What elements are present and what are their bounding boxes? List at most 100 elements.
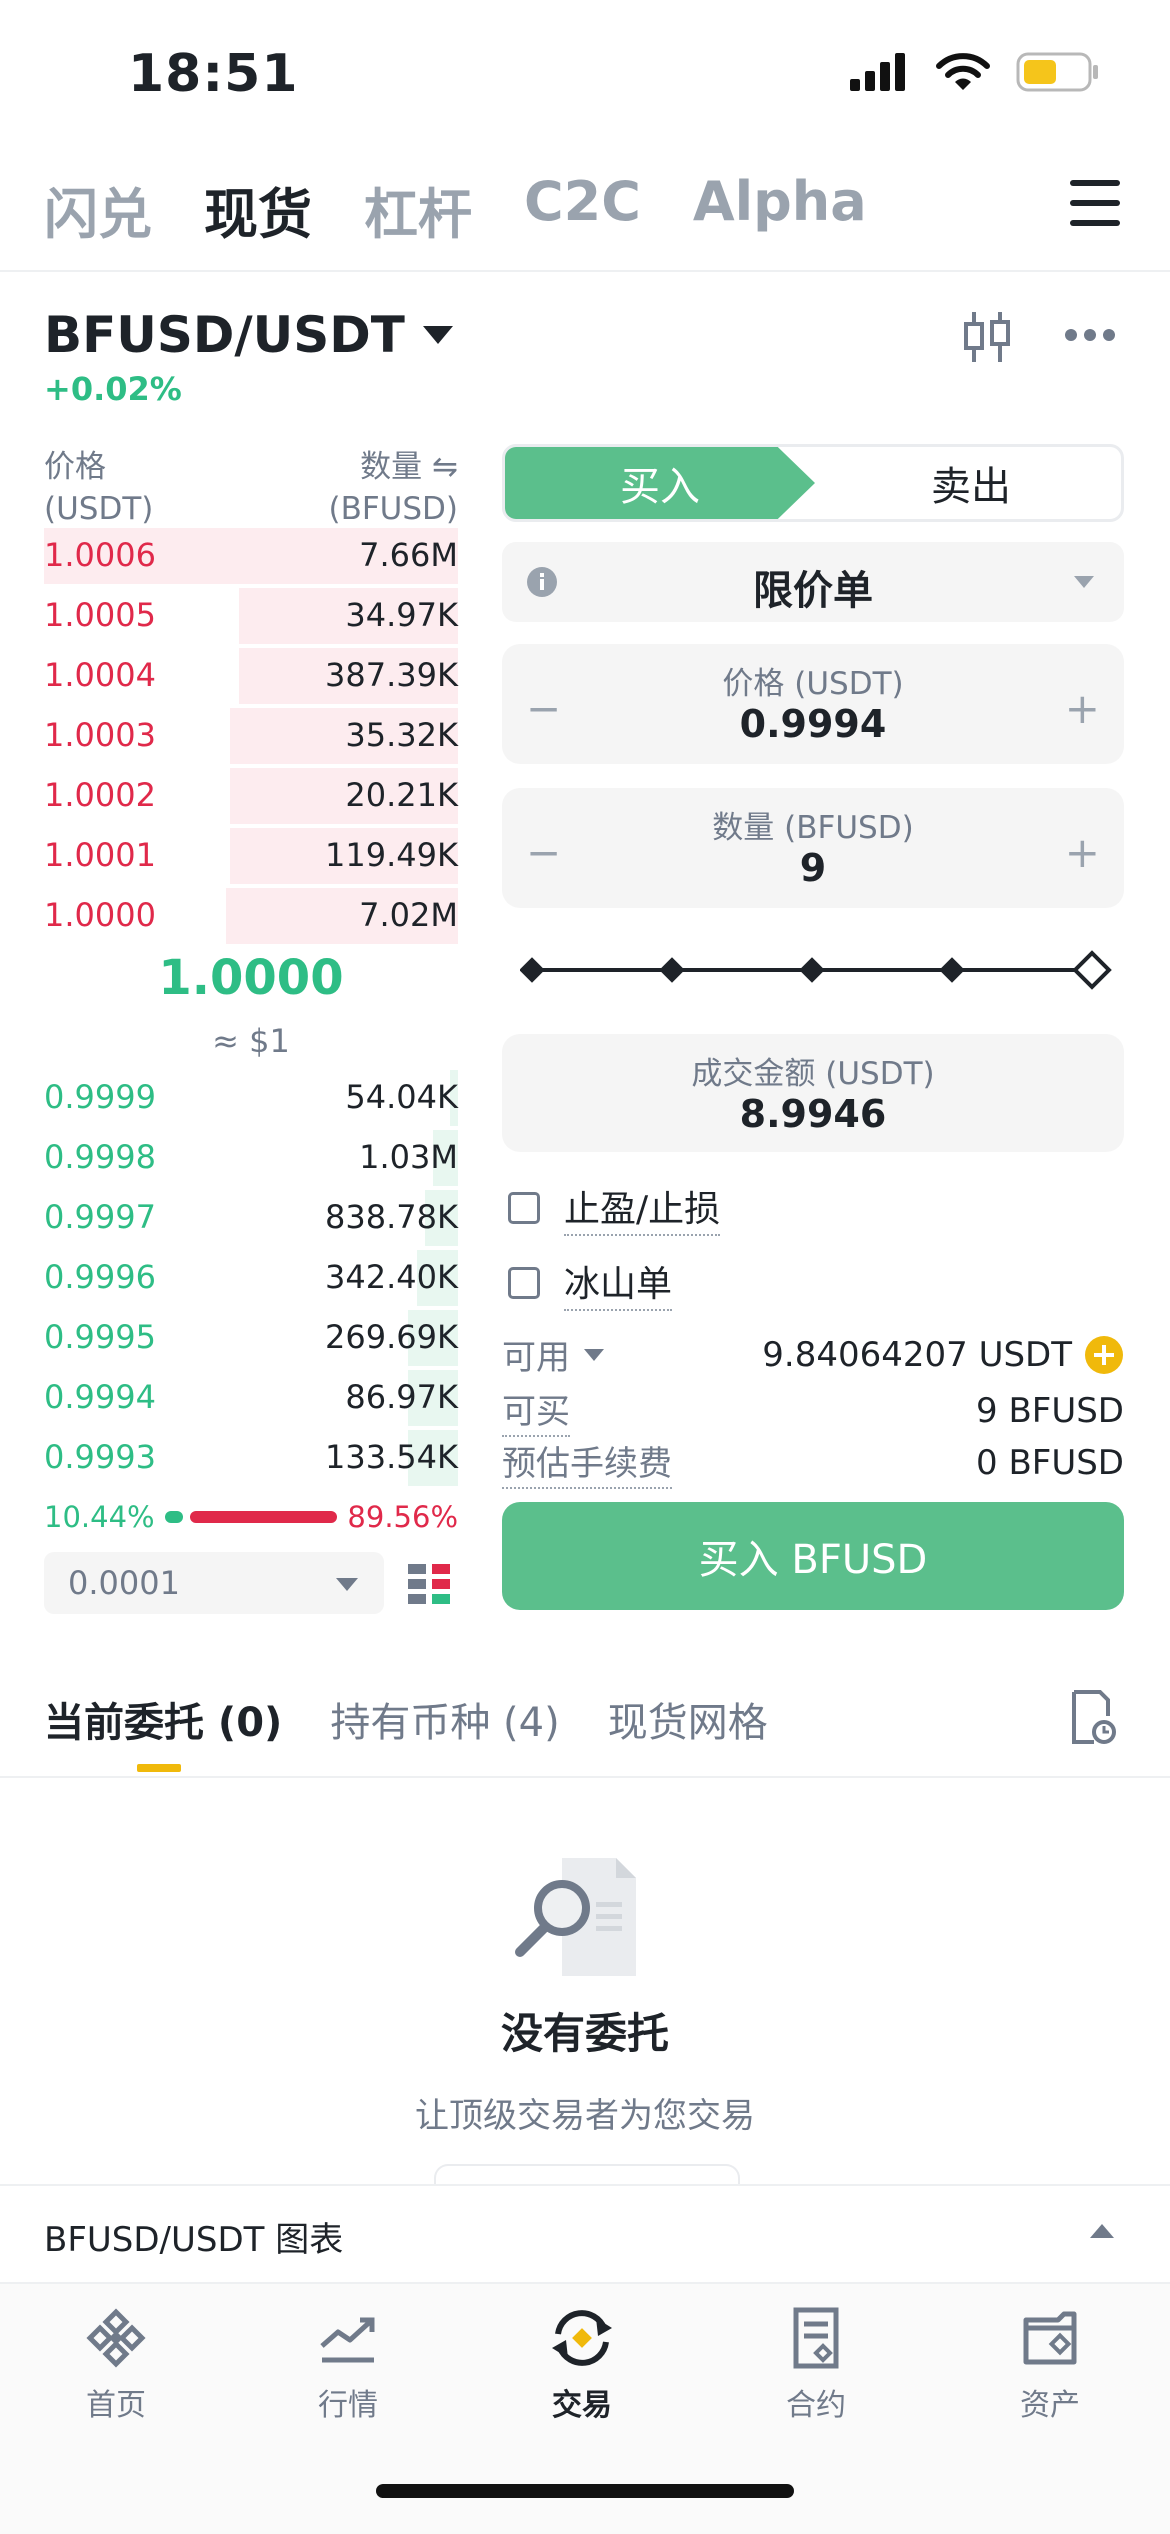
- ask-row[interactable]: 1.0003 35.32K: [44, 706, 458, 766]
- qty-input[interactable]: − 数量 (BFUSD) 9 +: [502, 788, 1124, 908]
- bid-row[interactable]: 0.9997 838.78K: [44, 1188, 458, 1248]
- qty-input-value[interactable]: 9: [502, 846, 1124, 890]
- price-header: 价格 (USDT): [44, 446, 153, 530]
- caret-up-icon: [1090, 2224, 1114, 2238]
- cellular-signal-icon: [850, 53, 905, 91]
- price-input[interactable]: − 价格 (USDT) 0.9994 +: [502, 644, 1124, 764]
- order-type-select[interactable]: 限价单: [502, 542, 1124, 622]
- total-input-label: 成交金额 (USDT): [691, 1056, 935, 1092]
- qty-increment-button[interactable]: +: [1065, 828, 1100, 877]
- bid-price: 0.9997: [44, 1198, 156, 1236]
- tpsl-label: 止盈/止损: [564, 1180, 721, 1236]
- bid-row[interactable]: 0.9995 269.69K: [44, 1308, 458, 1368]
- price-input-label: 价格 (USDT): [722, 666, 904, 702]
- ask-price: 1.0001: [44, 836, 156, 874]
- iceberg-option[interactable]: 冰山单: [508, 1255, 673, 1311]
- bid-qty: 342.40K: [325, 1258, 458, 1296]
- price-header-label: 价格: [44, 449, 106, 485]
- qty-input-label: 数量 (BFUSD): [712, 810, 914, 846]
- fee-value: 0 BFUSD: [976, 1442, 1124, 1483]
- last-price[interactable]: 1.0000: [44, 950, 458, 1006]
- price-increment-button[interactable]: +: [1065, 684, 1100, 733]
- buy-submit-button[interactable]: 买入 BFUSD: [502, 1502, 1124, 1610]
- price-header-unit: (USDT): [44, 491, 154, 527]
- available-label: 可用: [502, 1338, 570, 1378]
- tab-spot-grid[interactable]: 现货网格: [608, 1690, 768, 1748]
- buy-tab[interactable]: 买入: [505, 447, 815, 519]
- candlestick-chart-icon[interactable]: [962, 310, 1012, 364]
- pair-selector[interactable]: BFUSD/USDT: [44, 306, 453, 364]
- ask-row[interactable]: 1.0006 7.66M: [44, 526, 458, 586]
- bid-row[interactable]: 0.9994 86.97K: [44, 1368, 458, 1428]
- ask-row[interactable]: 1.0002 20.21K: [44, 766, 458, 826]
- caret-down-icon: [422, 326, 453, 344]
- add-funds-icon[interactable]: [1084, 1335, 1124, 1375]
- bid-row[interactable]: 0.9996 342.40K: [44, 1248, 458, 1308]
- sell-ratio: 89.56%: [347, 1500, 458, 1534]
- qty-header[interactable]: 数量 ⇋ (BFUSD): [328, 446, 458, 530]
- ask-qty: 20.21K: [345, 776, 458, 814]
- active-tab-indicator: [137, 1764, 181, 1772]
- nav-home-label: 首页: [86, 2388, 146, 2423]
- tpsl-checkbox[interactable]: [508, 1192, 540, 1224]
- price-change: +0.02%: [44, 370, 182, 408]
- tab-margin[interactable]: 杠杆: [364, 170, 472, 249]
- total-input-value[interactable]: 8.9946: [502, 1092, 1124, 1136]
- ratio-bar: [164, 1511, 338, 1523]
- ask-row[interactable]: 1.0000 7.02M: [44, 886, 458, 946]
- tab-alpha[interactable]: Alpha: [693, 170, 867, 249]
- orders-tabs: 当前委托 (0) 持有币种 (4) 现货网格: [44, 1690, 768, 1748]
- tick-size-select[interactable]: 0.0001: [44, 1552, 384, 1614]
- tab-spot[interactable]: 现货: [204, 170, 312, 249]
- available-row: 可用 9.84064207 USDT: [502, 1330, 1124, 1379]
- iceberg-checkbox[interactable]: [508, 1267, 540, 1299]
- order-history-icon[interactable]: [1068, 1690, 1116, 1746]
- futures-document-icon: [793, 2307, 839, 2369]
- bid-row[interactable]: 0.9998 1.03M: [44, 1128, 458, 1188]
- bid-row[interactable]: 0.9993 133.54K: [44, 1428, 458, 1488]
- ask-qty: 119.49K: [325, 836, 458, 874]
- bid-row[interactable]: 0.9999 54.04K: [44, 1068, 458, 1128]
- bid-qty: 1.03M: [359, 1138, 458, 1176]
- nav-trade[interactable]: 交易: [492, 2306, 672, 2424]
- nav-home[interactable]: 首页: [26, 2306, 206, 2424]
- qty-header-unit: (BFUSD): [328, 491, 458, 527]
- available-toggle[interactable]: 可用: [502, 1330, 604, 1379]
- sell-tab[interactable]: 卖出: [821, 447, 1121, 519]
- nav-futures[interactable]: 合约: [726, 2306, 906, 2424]
- ask-row[interactable]: 1.0001 119.49K: [44, 826, 458, 886]
- orderbook-layout-icon[interactable]: [408, 1562, 452, 1606]
- chart-toggle-bar[interactable]: BFUSD/USDT 图表: [0, 2184, 1170, 2284]
- nav-markets[interactable]: 行情: [258, 2306, 438, 2424]
- qty-header-label: 数量 ⇋: [360, 449, 458, 485]
- more-options-icon[interactable]: [1064, 328, 1116, 342]
- bid-qty: 86.97K: [345, 1378, 458, 1416]
- ask-price: 1.0000: [44, 896, 156, 934]
- wallet-icon: [1023, 2311, 1077, 2365]
- caret-down-icon: [584, 1348, 604, 1361]
- bid-qty: 133.54K: [325, 1438, 458, 1476]
- fee-label: 预估手续费: [502, 1436, 672, 1489]
- ratio-buy-fill: [164, 1511, 183, 1523]
- tab-open-orders[interactable]: 当前委托 (0): [44, 1690, 282, 1748]
- price-input-value[interactable]: 0.9994: [502, 702, 1124, 746]
- bid-price: 0.9996: [44, 1258, 156, 1296]
- bid-price: 0.9994: [44, 1378, 156, 1416]
- top-nav: 闪兑 现货 杠杆 C2C Alpha: [44, 170, 867, 249]
- tab-c2c[interactable]: C2C: [524, 170, 641, 249]
- tpsl-option[interactable]: 止盈/止损: [508, 1180, 721, 1236]
- nav-assets[interactable]: 资产: [960, 2306, 1140, 2424]
- chart-toggle-label: BFUSD/USDT 图表: [44, 2220, 344, 2260]
- tab-convert[interactable]: 闪兑: [44, 170, 152, 249]
- bid-qty: 54.04K: [345, 1078, 458, 1116]
- tab-holdings[interactable]: 持有币种 (4): [330, 1690, 559, 1748]
- amount-slider[interactable]: [520, 950, 1116, 990]
- trade-exchange-icon: [552, 2310, 612, 2366]
- ask-row[interactable]: 1.0005 34.97K: [44, 586, 458, 646]
- bid-qty: 838.78K: [325, 1198, 458, 1236]
- ask-qty: 35.32K: [345, 716, 458, 754]
- total-input[interactable]: 成交金额 (USDT) 8.9946: [502, 1034, 1124, 1152]
- battery-icon: [1016, 52, 1098, 92]
- ask-row[interactable]: 1.0004 387.39K: [44, 646, 458, 706]
- menu-icon[interactable]: [1070, 180, 1120, 226]
